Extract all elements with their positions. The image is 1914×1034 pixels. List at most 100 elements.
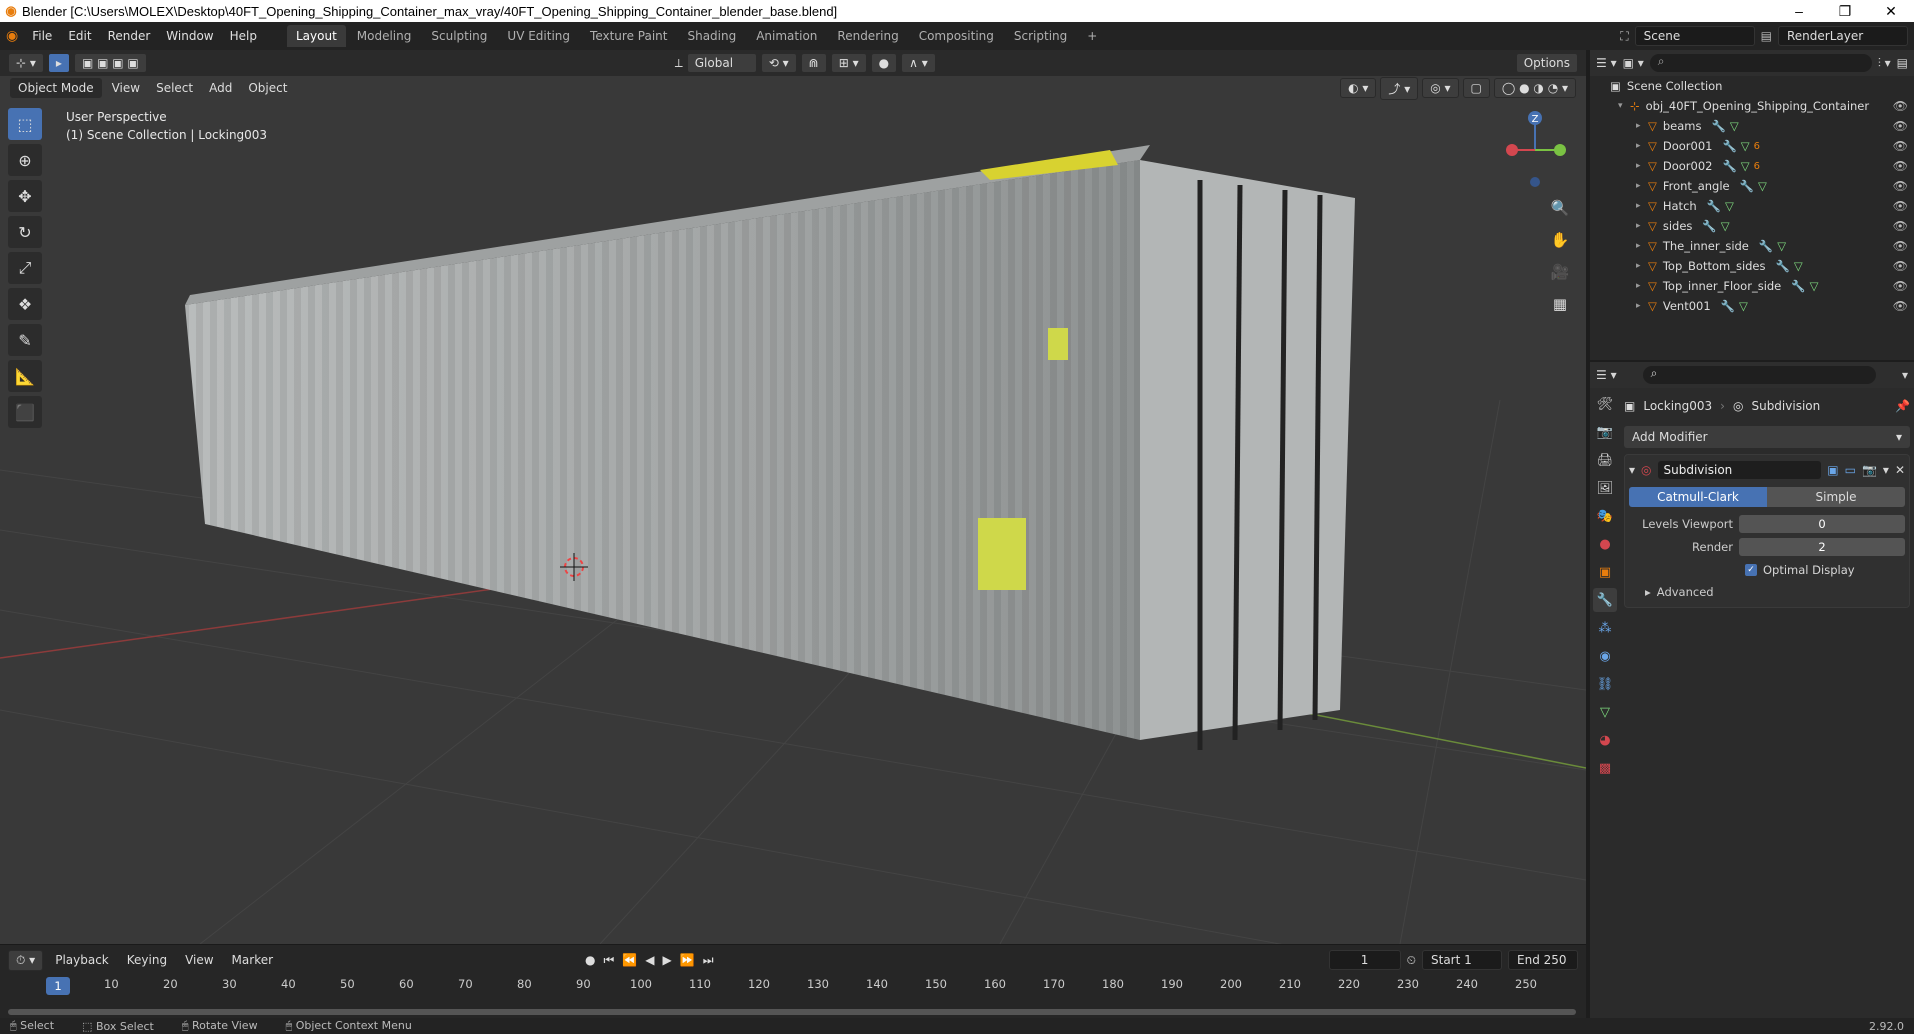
- properties-editor-type[interactable]: ☰ ▾: [1596, 368, 1617, 382]
- modifier-menu-chevron-icon[interactable]: ▾: [1883, 463, 1889, 477]
- outliner-row-top-bottom-sides[interactable]: ▸ ▽ Top_Bottom_sides 🔧 ▽ 👁: [1590, 256, 1914, 276]
- measure-tool-icon[interactable]: 📐: [8, 360, 42, 392]
- tab-compositing[interactable]: Compositing: [910, 25, 1003, 47]
- outliner-row-hatch[interactable]: ▸ ▽ Hatch 🔧 ▽ 👁: [1590, 196, 1914, 216]
- minimize-button[interactable]: –: [1776, 3, 1822, 20]
- filter-icon[interactable]: ⫶ ▾: [1878, 56, 1891, 71]
- jump-start-icon[interactable]: ⏮: [604, 953, 615, 968]
- menu-marker[interactable]: Marker: [226, 953, 279, 967]
- tab-scripting[interactable]: Scripting: [1005, 25, 1076, 47]
- options-dropdown[interactable]: Options: [1515, 53, 1578, 73]
- timeline-scrollbar[interactable]: [8, 1009, 1576, 1015]
- menu-add[interactable]: Add: [203, 81, 238, 95]
- remove-modifier-icon[interactable]: ✕: [1895, 463, 1905, 477]
- navigation-gizmo[interactable]: Z: [1500, 110, 1570, 190]
- visibility-eye-icon[interactable]: 👁: [1893, 299, 1908, 313]
- annotate-tool-icon[interactable]: ✎: [8, 324, 42, 356]
- world-tab-icon[interactable]: ●: [1593, 532, 1617, 556]
- object-mode-dropdown[interactable]: Object Mode: [10, 78, 102, 98]
- pin-icon[interactable]: 📌: [1895, 399, 1910, 413]
- menu-file[interactable]: File: [24, 29, 60, 43]
- proportional-edit-toggle[interactable]: ●: [870, 53, 898, 73]
- expand-chevron-icon[interactable]: ▸: [1636, 221, 1648, 231]
- tab-modeling[interactable]: Modeling: [348, 25, 421, 47]
- scene-selector[interactable]: Scene: [1634, 26, 1755, 46]
- new-collection-icon[interactable]: ▤: [1897, 56, 1908, 70]
- menu-edit[interactable]: Edit: [60, 29, 99, 43]
- render-tab-icon[interactable]: 📷: [1593, 420, 1617, 444]
- outliner-row-top-inner-floor-side[interactable]: ▸ ▽ Top_inner_Floor_side 🔧 ▽ 👁: [1590, 276, 1914, 296]
- cursor-tool-icon[interactable]: ⊕: [8, 144, 42, 176]
- pan-hand-icon[interactable]: ✋: [1546, 228, 1574, 252]
- constraints-tab-icon[interactable]: ⛓: [1593, 672, 1617, 696]
- visibility-eye-icon[interactable]: 👁: [1893, 159, 1908, 173]
- selection-box-modes[interactable]: ▣ ▣ ▣ ▣: [73, 53, 147, 73]
- visibility-eye-icon[interactable]: 👁: [1893, 99, 1908, 113]
- ortho-grid-icon[interactable]: ▦: [1546, 292, 1574, 316]
- transform-tool-icon[interactable]: ❖: [8, 288, 42, 320]
- menu-playback[interactable]: Playback: [49, 953, 115, 967]
- properties-search-input[interactable]: ⌕: [1642, 366, 1876, 384]
- texture-tab-icon[interactable]: ▩: [1593, 756, 1617, 780]
- visibility-eye-icon[interactable]: 👁: [1893, 119, 1908, 133]
- outliner-search-input[interactable]: ⌕: [1649, 54, 1872, 72]
- tab-rendering[interactable]: Rendering: [828, 25, 907, 47]
- visibility-eye-icon[interactable]: 👁: [1893, 219, 1908, 233]
- render-levels-field[interactable]: 2: [1739, 537, 1905, 556]
- add-modifier-dropdown[interactable]: Add Modifier ▾: [1624, 426, 1910, 448]
- menu-timeline-view[interactable]: View: [179, 953, 219, 967]
- jump-end-icon[interactable]: ⏭: [703, 953, 714, 968]
- expand-chevron-icon[interactable]: ▸: [1636, 301, 1648, 311]
- expand-chevron-icon[interactable]: ▸: [1636, 141, 1648, 151]
- render-toggle-icon[interactable]: 📷: [1862, 463, 1877, 477]
- tool-tab-icon[interactable]: 🛠: [1593, 392, 1617, 416]
- visibility-eye-icon[interactable]: 👁: [1893, 279, 1908, 293]
- select-mode-icon[interactable]: ▸: [47, 53, 70, 73]
- rotate-tool-icon[interactable]: ↻: [8, 216, 42, 248]
- tab-animation[interactable]: Animation: [747, 25, 826, 47]
- properties-options-chevron-icon[interactable]: ▾: [1902, 368, 1908, 382]
- visibility-eye-icon[interactable]: 👁: [1893, 259, 1908, 273]
- scene-tab-icon[interactable]: 🎭: [1593, 504, 1617, 528]
- tab-sculpting[interactable]: Sculpting: [422, 25, 496, 47]
- 3d-viewport[interactable]: [0, 50, 1586, 944]
- visibility-eye-icon[interactable]: 👁: [1893, 239, 1908, 253]
- menu-select[interactable]: Select: [150, 81, 199, 95]
- camera-view-icon[interactable]: 🎥: [1546, 260, 1574, 284]
- overlay-toggle[interactable]: ◎ ▾: [1422, 78, 1459, 98]
- optimal-display-checkbox[interactable]: ✓ Optimal Display: [1745, 559, 1905, 581]
- collapse-chevron-icon[interactable]: ▾: [1629, 463, 1635, 477]
- outliner-row-front-angle[interactable]: ▸ ▽ Front_angle 🔧 ▽ 👁: [1590, 176, 1914, 196]
- tab-texture-paint[interactable]: Texture Paint: [581, 25, 676, 47]
- view-layer-tab-icon[interactable]: 🖼: [1593, 476, 1617, 500]
- editor-type-button[interactable]: ⊹ ▾: [8, 53, 44, 73]
- select-tool-icon[interactable]: ⬚: [8, 108, 42, 140]
- current-frame-field[interactable]: 1: [1328, 950, 1401, 970]
- physics-tab-icon[interactable]: ◉: [1593, 644, 1617, 668]
- edit-mode-toggle-icon[interactable]: ▣: [1827, 463, 1838, 477]
- material-tab-icon[interactable]: ◕: [1593, 728, 1617, 752]
- close-button[interactable]: ✕: [1868, 3, 1914, 20]
- play-icon[interactable]: ▶: [663, 953, 672, 968]
- menu-window[interactable]: Window: [158, 29, 221, 43]
- object-tab-icon[interactable]: ▣: [1593, 560, 1617, 584]
- outliner-row-door002[interactable]: ▸ ▽ Door002 🔧 ▽ 6 👁: [1590, 156, 1914, 176]
- add-workspace-button[interactable]: +: [1078, 25, 1106, 47]
- outliner-scene-collection[interactable]: ▣ Scene Collection: [1590, 76, 1914, 96]
- scale-tool-icon[interactable]: ⤢: [8, 252, 42, 284]
- tab-uv-editing[interactable]: UV Editing: [498, 25, 579, 47]
- visibility-eye-icon[interactable]: 👁: [1893, 199, 1908, 213]
- move-tool-icon[interactable]: ✥: [8, 180, 42, 212]
- xray-toggle[interactable]: ▢: [1462, 78, 1490, 98]
- playhead-indicator[interactable]: 1: [46, 977, 70, 995]
- tab-shading[interactable]: Shading: [678, 25, 745, 47]
- expand-chevron-icon[interactable]: ▸: [1636, 161, 1648, 171]
- output-tab-icon[interactable]: 🖨: [1593, 448, 1617, 472]
- proportional-falloff-dropdown[interactable]: ∧ ▾: [901, 53, 936, 73]
- preview-range-icon[interactable]: ⏲: [1407, 953, 1416, 968]
- pivot-point-dropdown[interactable]: ⟲ ▾: [760, 53, 797, 73]
- viewport-toggle-icon[interactable]: ▭: [1845, 463, 1856, 477]
- visibility-dropdown[interactable]: ◐ ▾: [1340, 78, 1377, 98]
- visibility-eye-icon[interactable]: 👁: [1893, 139, 1908, 153]
- zoom-icon[interactable]: 🔍: [1546, 196, 1574, 220]
